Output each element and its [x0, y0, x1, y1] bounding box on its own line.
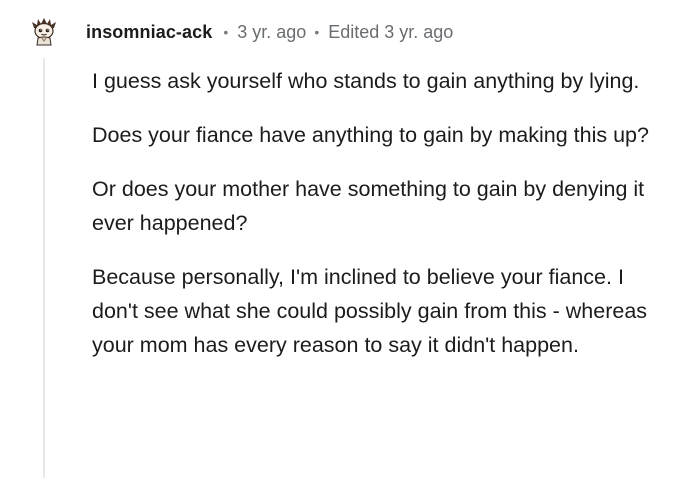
comment-paragraph: Or does your mother have something to ga…: [92, 177, 645, 235]
snoo-avatar-icon: [32, 18, 56, 46]
edited-label: Edited 3 yr. ago: [328, 21, 454, 42]
comment-paragraph: Does your fiance have anything to gain b…: [92, 123, 649, 147]
comment: insomniac-ack • 3 yr. ago • Edited 3 yr.…: [0, 0, 700, 478]
comment-body: I guess ask yourself who stands to gain …: [92, 64, 672, 382]
comment-paragraph: I guess ask yourself who stands to gain …: [92, 69, 640, 93]
thread-line[interactable]: [43, 58, 45, 478]
meta-separator: •: [314, 24, 320, 40]
comment-paragraph: Because personally, I'm inclined to beli…: [92, 265, 648, 357]
avatar[interactable]: [29, 16, 59, 46]
author-username[interactable]: insomniac-ack: [86, 22, 212, 43]
meta-separator: •: [223, 24, 229, 40]
comment-meta: insomniac-ack • 3 yr. ago • Edited 3 yr.…: [86, 18, 453, 46]
comment-timestamp[interactable]: 3 yr. ago: [237, 22, 306, 43]
